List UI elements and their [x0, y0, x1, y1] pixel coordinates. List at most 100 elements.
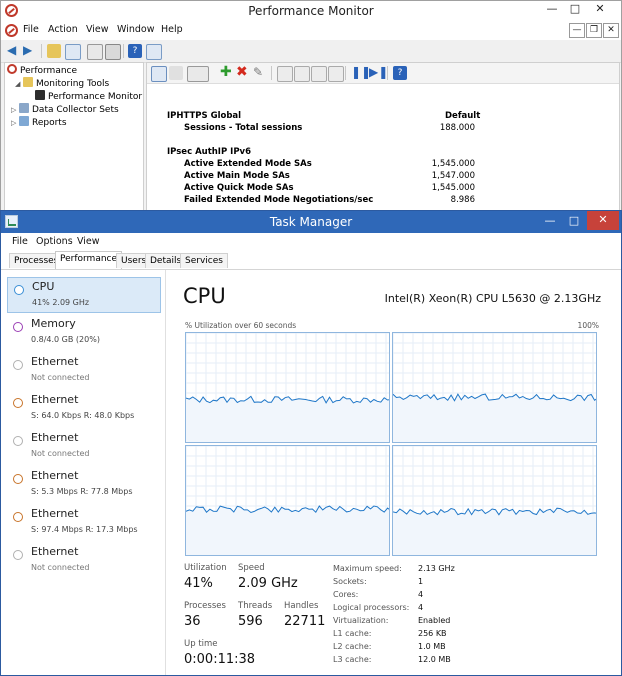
perfmon-titlebar[interactable]: Performance Monitor — □ ✕ [1, 1, 621, 21]
spec-value: 2.13 GHz [418, 564, 455, 573]
resource-memory[interactable]: Memory 0.8/4.0 GB (20%) [7, 315, 161, 351]
report-column-default: Default [445, 111, 481, 121]
minimize-button[interactable]: — [541, 1, 563, 17]
menu-file[interactable]: File [23, 24, 39, 35]
utilization-max-label: 100% [577, 321, 599, 330]
help-icon[interactable]: ? [393, 66, 407, 80]
resource-ethernet[interactable]: Ethernet Not connected [7, 429, 161, 465]
spec-label: Virtualization: [333, 616, 389, 625]
child-restore-button[interactable]: ❐ [586, 23, 602, 38]
resource-ethernet[interactable]: Ethernet S: 97.4 Mbps R: 17.3 Mbps [7, 505, 161, 541]
change-graph-type-icon[interactable] [187, 66, 209, 82]
child-close-button[interactable]: ✕ [603, 23, 619, 38]
menu-window[interactable]: Window [117, 24, 154, 35]
perfmon-window: Performance Monitor — □ ✕ File Action Vi… [0, 0, 622, 212]
cpu-core-graph[interactable] [185, 445, 390, 556]
menu-action[interactable]: Action [48, 24, 78, 35]
cpu-core-graph-svg [393, 446, 596, 555]
spec-value: 256 KB [418, 629, 447, 638]
report-group-iphttps: IPHTTPS Global [167, 111, 242, 121]
tab-performance[interactable]: Performance [55, 251, 123, 269]
speed-label: Speed [238, 563, 265, 573]
back-arrow-icon[interactable]: ◀ [7, 43, 16, 57]
expand-arrow-icon[interactable]: ▷ [11, 117, 17, 130]
minimize-button[interactable]: — [539, 213, 561, 229]
resource-ethernet[interactable]: Ethernet S: 5.3 Mbps R: 77.8 Mbps [7, 467, 161, 503]
tree-item-data-collector-sets[interactable]: ▷ Data Collector Sets [11, 103, 119, 116]
resource-ethernet[interactable]: Ethernet S: 64.0 Kbps R: 48.0 Kbps [7, 391, 161, 427]
report-value: 1,547.000 [431, 171, 475, 181]
memory-status-circle-icon [13, 322, 23, 332]
menu-view[interactable]: View [77, 236, 100, 247]
tree-item-performance-monitor[interactable]: Performance Monitor [35, 90, 143, 103]
cpu-core-graph-svg [393, 333, 596, 442]
report-value: 1,545.000 [431, 159, 475, 169]
show-action-pane-icon[interactable] [146, 44, 162, 60]
ethernet-status-circle-icon [13, 550, 23, 560]
cpu-core-graph[interactable] [185, 332, 390, 443]
close-button[interactable]: ✕ [587, 211, 619, 230]
tree-item-reports[interactable]: ▷ Reports [11, 116, 67, 129]
menu-help[interactable]: Help [161, 24, 183, 35]
perfmon-menubar: File Action View Window Help — ❐ ✕ [1, 21, 621, 40]
tree-item-monitoring-tools[interactable]: ◢ Monitoring Tools [15, 77, 109, 90]
tab-services[interactable]: Services [180, 253, 228, 268]
help-icon[interactable]: ? [128, 44, 142, 58]
tree-item-performance[interactable]: Performance [7, 64, 77, 77]
cpu-model-name: Intel(R) Xeon(R) CPU L5630 @ 2.13GHz [384, 292, 601, 305]
resource-cpu[interactable]: CPU 41% 2.09 GHz [7, 277, 161, 313]
spec-label: Logical processors: [333, 603, 410, 612]
close-button[interactable]: ✕ [589, 1, 611, 17]
taskmgr-titlebar[interactable]: Task Manager — □ ✕ [1, 211, 621, 233]
ethernet-status-circle-icon [13, 436, 23, 446]
utilization-value: 41% [184, 576, 213, 591]
report-value: 8.986 [450, 195, 475, 205]
paste-counter-list-icon[interactable] [294, 66, 310, 82]
maximize-button[interactable]: □ [563, 213, 585, 229]
highlight-icon[interactable]: ✎ [253, 65, 263, 79]
cpu-core-graph[interactable] [392, 332, 597, 443]
print-icon[interactable] [105, 44, 121, 60]
show-hide-tree-icon[interactable] [65, 44, 81, 60]
report-counter: Active Main Mode SAs [184, 171, 290, 181]
perfmon-title: Performance Monitor [248, 4, 374, 18]
maximize-button[interactable]: □ [564, 1, 586, 17]
handles-value: 22711 [284, 614, 326, 629]
forward-arrow-icon[interactable]: ▶ [23, 43, 32, 57]
menu-view[interactable]: View [86, 24, 109, 35]
cpu-utilization-area [186, 396, 389, 442]
resource-ethernet[interactable]: Ethernet Not connected [7, 353, 161, 389]
add-counter-icon[interactable]: ✚ [220, 64, 232, 80]
uptime-value: 0:00:11:38 [184, 652, 256, 667]
properties-icon[interactable] [87, 44, 103, 60]
spec-value: 1.0 MB [418, 642, 446, 651]
cpu-core-graph-svg [186, 333, 389, 442]
view-log-data-icon[interactable] [169, 66, 183, 80]
utilization-axis-label: % Utilization over 60 seconds [185, 321, 297, 330]
resource-ethernet[interactable]: Ethernet Not connected [7, 543, 161, 579]
spec-label: L3 cache: [333, 655, 372, 664]
spec-label: L1 cache: [333, 629, 372, 638]
collapse-arrow-icon[interactable]: ◢ [15, 78, 21, 91]
taskmgr-tabs: Processes Performance Users Details Serv… [1, 251, 621, 270]
spec-value: 1 [418, 577, 424, 586]
cpu-core-graph[interactable] [392, 445, 597, 556]
report-toolbar: ✚ ✖ ✎ ❚❚ ▶❚ ? [147, 63, 619, 84]
ethernet-status-circle-icon [13, 474, 23, 484]
mmc-console-icon [5, 24, 18, 37]
perfmon-toolbar: ◀ ▶ ? [1, 40, 621, 63]
delete-counter-icon[interactable]: ✖ [236, 64, 248, 80]
ethernet-status-circle-icon [13, 360, 23, 370]
menu-options[interactable]: Options [36, 236, 73, 247]
cpu-utilization-area [186, 506, 389, 555]
copy-properties-icon[interactable] [277, 66, 293, 82]
view-current-activity-icon[interactable] [151, 66, 167, 82]
update-data-icon[interactable]: ▶❚ [369, 65, 388, 79]
zoom-icon[interactable] [328, 66, 344, 82]
monitor-chart-icon [35, 90, 45, 100]
child-minimize-button[interactable]: — [569, 23, 585, 38]
menu-file[interactable]: File [12, 236, 28, 247]
properties-icon[interactable] [311, 66, 327, 82]
uptime-label: Up time [184, 639, 218, 649]
up-folder-icon[interactable] [47, 44, 61, 58]
